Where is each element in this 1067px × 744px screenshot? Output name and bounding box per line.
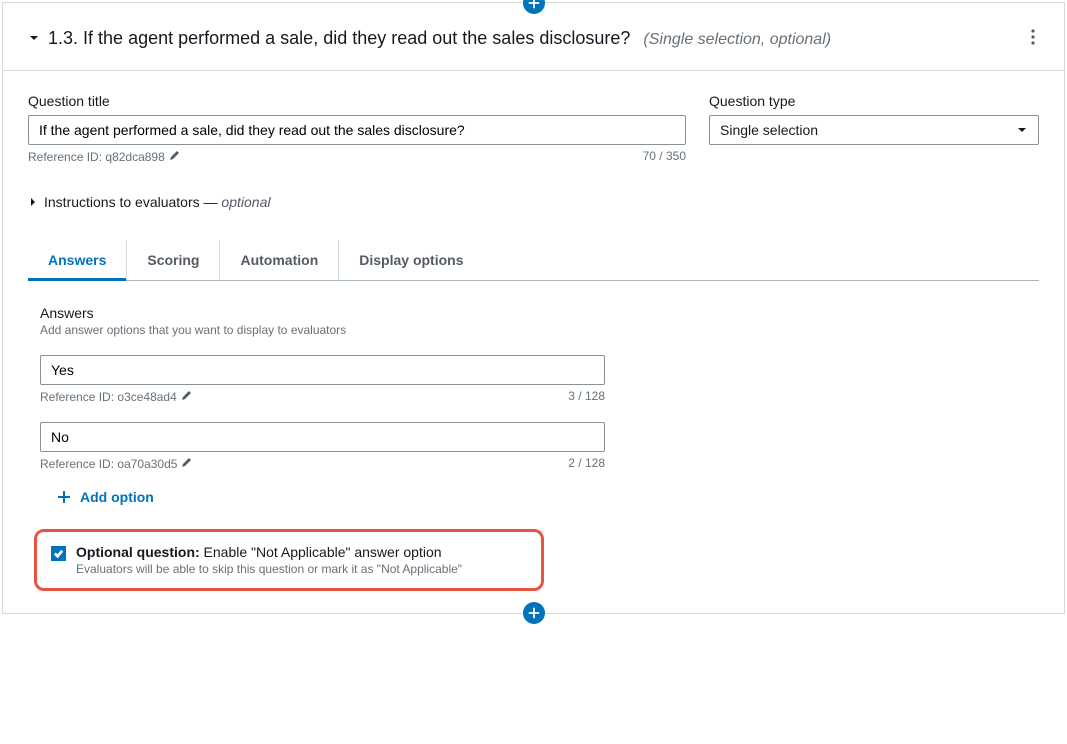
- more-actions-button[interactable]: [1027, 25, 1039, 52]
- tab-scoring[interactable]: Scoring: [127, 240, 220, 280]
- tab-display-options[interactable]: Display options: [339, 240, 483, 280]
- pencil-icon: [181, 456, 193, 468]
- answer-option-input[interactable]: [40, 355, 605, 385]
- plus-icon: [527, 606, 541, 620]
- question-type-label: Question type: [709, 93, 1039, 109]
- add-section-bottom-button[interactable]: [523, 602, 545, 624]
- tab-answers[interactable]: Answers: [28, 240, 127, 280]
- question-title-input[interactable]: [28, 115, 686, 145]
- add-option-button[interactable]: Add option: [56, 489, 1039, 505]
- tab-automation[interactable]: Automation: [220, 240, 339, 280]
- reference-id-label: Reference ID: oa70a30d5: [40, 457, 177, 471]
- optional-question-description: Evaluators will be able to skip this que…: [76, 562, 462, 576]
- check-icon: [53, 548, 64, 559]
- char-counter: 70 / 350: [643, 149, 686, 164]
- answers-subheading: Add answer options that you want to disp…: [40, 323, 1039, 337]
- collapse-toggle[interactable]: [28, 31, 40, 47]
- edit-reference-id-button[interactable]: [181, 456, 193, 471]
- add-option-label: Add option: [80, 489, 154, 505]
- question-meta: (Single selection, optional): [643, 31, 831, 48]
- instructions-toggle[interactable]: Instructions to evaluators — optional: [28, 194, 686, 210]
- edit-reference-id-button[interactable]: [169, 149, 181, 164]
- optional-question-checkbox[interactable]: [51, 546, 66, 561]
- reference-id-label: Reference ID: q82dca898: [28, 150, 165, 164]
- char-counter: 3 / 128: [568, 389, 605, 404]
- reference-id-label: Reference ID: o3ce48ad4: [40, 390, 177, 404]
- question-heading: 1.3. If the agent performed a sale, did …: [48, 28, 831, 49]
- answers-heading: Answers: [40, 305, 1039, 321]
- question-type-value: Single selection: [720, 122, 818, 138]
- kebab-icon: [1031, 29, 1035, 45]
- plus-icon: [56, 489, 72, 505]
- plus-icon: [527, 0, 541, 10]
- pencil-icon: [181, 389, 193, 401]
- pencil-icon: [169, 149, 181, 161]
- optional-question-highlight: Optional question: Enable "Not Applicabl…: [34, 529, 544, 591]
- tabs: Answers Scoring Automation Display optio…: [28, 240, 1039, 281]
- caret-down-icon: [28, 32, 40, 44]
- caret-right-icon: [28, 197, 38, 207]
- char-counter: 2 / 128: [568, 456, 605, 471]
- answer-option-input[interactable]: [40, 422, 605, 452]
- edit-reference-id-button[interactable]: [181, 389, 193, 404]
- question-type-select[interactable]: Single selection: [709, 115, 1039, 145]
- optional-question-label: Optional question: Enable "Not Applicabl…: [76, 544, 462, 560]
- question-title-label: Question title: [28, 93, 686, 109]
- caret-down-icon: [1016, 124, 1028, 136]
